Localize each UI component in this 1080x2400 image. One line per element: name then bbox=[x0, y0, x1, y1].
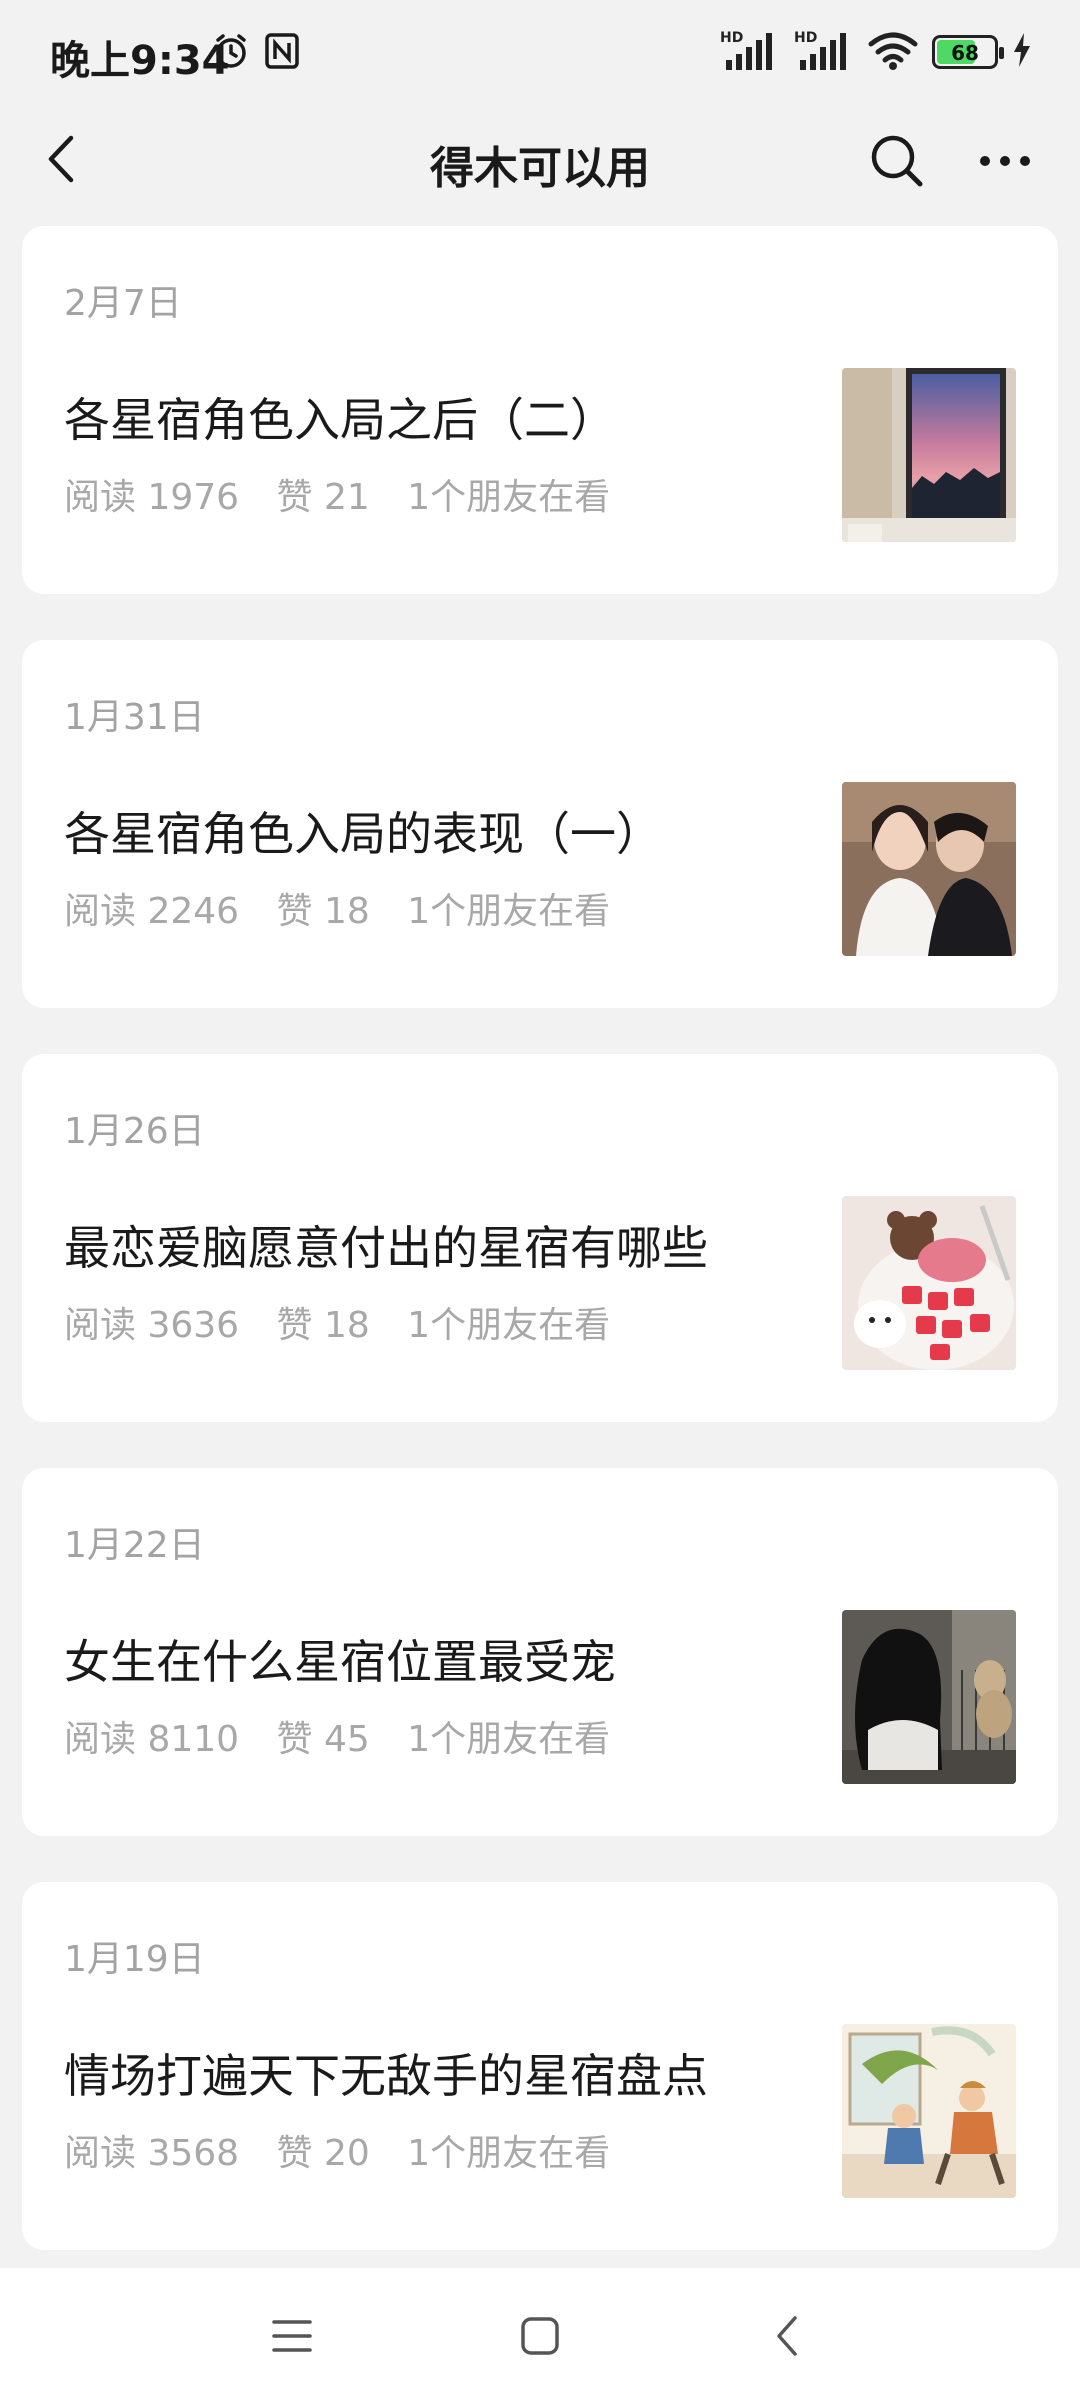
article-card[interactable]: 1月26日 最恋爱脑愿意付出的星宿有哪些 阅读 3636 赞 18 1个朋友在看 bbox=[22, 1054, 1058, 1422]
article-title[interactable]: 最恋爱脑愿意付出的星宿有哪些 bbox=[64, 1212, 824, 1278]
article-title[interactable]: 情场打遍天下无敌手的星宿盘点 bbox=[64, 2040, 824, 2106]
article-reads: 阅读 3568 bbox=[64, 2133, 240, 2174]
article-reads: 阅读 8110 bbox=[64, 1719, 240, 1760]
girl-with-dog-photo[interactable] bbox=[842, 1610, 1016, 1784]
status-time: 晚上9:34 bbox=[50, 38, 230, 84]
recent-apps-button[interactable] bbox=[252, 2296, 332, 2376]
article-title[interactable]: 各星宿角色入局之后（二） bbox=[64, 384, 824, 450]
article-friends-watching: 1个朋友在看 bbox=[407, 477, 611, 518]
system-back-button[interactable] bbox=[748, 2296, 828, 2376]
status-left-icons bbox=[212, 32, 300, 74]
home-button[interactable] bbox=[500, 2296, 580, 2376]
battery-icon: 68 bbox=[932, 35, 1004, 69]
article-likes: 赞 18 bbox=[276, 891, 370, 932]
article-card[interactable]: 1月19日 情场打遍天下无敌手的星宿盘点 阅读 3568 赞 20 1个朋友在看 bbox=[22, 1882, 1058, 2250]
more-options-button[interactable] bbox=[970, 126, 1040, 196]
article-title[interactable]: 各星宿角色入局的表现（一） bbox=[64, 798, 824, 864]
article-friends-watching: 1个朋友在看 bbox=[407, 1305, 611, 1346]
article-stats: 阅读 1976 赞 21 1个朋友在看 bbox=[64, 468, 636, 520]
battery-level: 68 bbox=[951, 41, 979, 65]
top-app-bar: 得木可以用 bbox=[0, 104, 1080, 216]
article-friends-watching: 1个朋友在看 bbox=[407, 2133, 611, 2174]
menu-icon bbox=[272, 2320, 312, 2352]
article-date: 1月31日 bbox=[64, 697, 205, 738]
article-date: 1月19日 bbox=[64, 1939, 205, 1980]
article-date: 2月7日 bbox=[64, 283, 182, 324]
search-icon bbox=[871, 135, 923, 187]
article-date: 1月22日 bbox=[64, 1525, 205, 1566]
alarm-icon bbox=[212, 32, 250, 74]
article-stats: 阅读 3636 赞 18 1个朋友在看 bbox=[64, 1296, 636, 1348]
article-date: 1月26日 bbox=[64, 1111, 205, 1152]
more-icon bbox=[980, 156, 1030, 166]
strawberry-dessert-photo[interactable] bbox=[842, 1196, 1016, 1370]
article-reads: 阅读 1976 bbox=[64, 477, 240, 518]
couple-photo[interactable] bbox=[842, 782, 1016, 956]
system-navigation-bar bbox=[0, 2268, 1080, 2400]
battery-cap bbox=[999, 47, 1004, 59]
article-card[interactable]: 2月7日 各星宿角色入局之后（二） 阅读 1976 赞 21 1个朋友在看 bbox=[22, 226, 1058, 594]
chevron-left-icon bbox=[777, 2316, 797, 2356]
charging-icon bbox=[1012, 32, 1032, 72]
article-card[interactable]: 1月22日 女生在什么星宿位置最受宠 阅读 8110 赞 45 1个朋友在看 bbox=[22, 1468, 1058, 1836]
article-likes: 赞 18 bbox=[276, 1305, 370, 1346]
status-right-icons: HD HD 68 bbox=[720, 30, 1032, 74]
article-list-page: 晚上9:34 HD HD 68 得木可以用 2月7日 各星宿角色入局之后（二） … bbox=[0, 0, 1080, 2400]
signal-icon-2: HD bbox=[794, 30, 854, 74]
status-bar: 晚上9:34 HD HD 68 bbox=[0, 0, 1080, 104]
article-friends-watching: 1个朋友在看 bbox=[407, 891, 611, 932]
article-stats: 阅读 8110 赞 45 1个朋友在看 bbox=[64, 1710, 636, 1762]
article-stats: 阅读 2246 赞 18 1个朋友在看 bbox=[64, 882, 636, 934]
illustration-photo[interactable] bbox=[842, 2024, 1016, 2198]
article-likes: 赞 21 bbox=[276, 477, 370, 518]
wifi-icon bbox=[868, 30, 918, 74]
article-friends-watching: 1个朋友在看 bbox=[407, 1719, 611, 1760]
article-stats: 阅读 3568 赞 20 1个朋友在看 bbox=[64, 2124, 636, 2176]
signal-icon-1: HD bbox=[720, 30, 780, 74]
search-button[interactable] bbox=[862, 126, 932, 196]
article-reads: 阅读 3636 bbox=[64, 1305, 240, 1346]
article-title[interactable]: 女生在什么星宿位置最受宠 bbox=[64, 1626, 824, 1692]
square-icon bbox=[521, 2317, 559, 2355]
article-card[interactable]: 1月31日 各星宿角色入局的表现（一） 阅读 2246 赞 18 1个朋友在看 bbox=[22, 640, 1058, 1008]
article-likes: 赞 45 bbox=[276, 1719, 370, 1760]
nfc-icon bbox=[264, 32, 300, 74]
sunset-window-photo[interactable] bbox=[842, 368, 1016, 542]
article-likes: 赞 20 bbox=[276, 2133, 370, 2174]
article-reads: 阅读 2246 bbox=[64, 891, 240, 932]
